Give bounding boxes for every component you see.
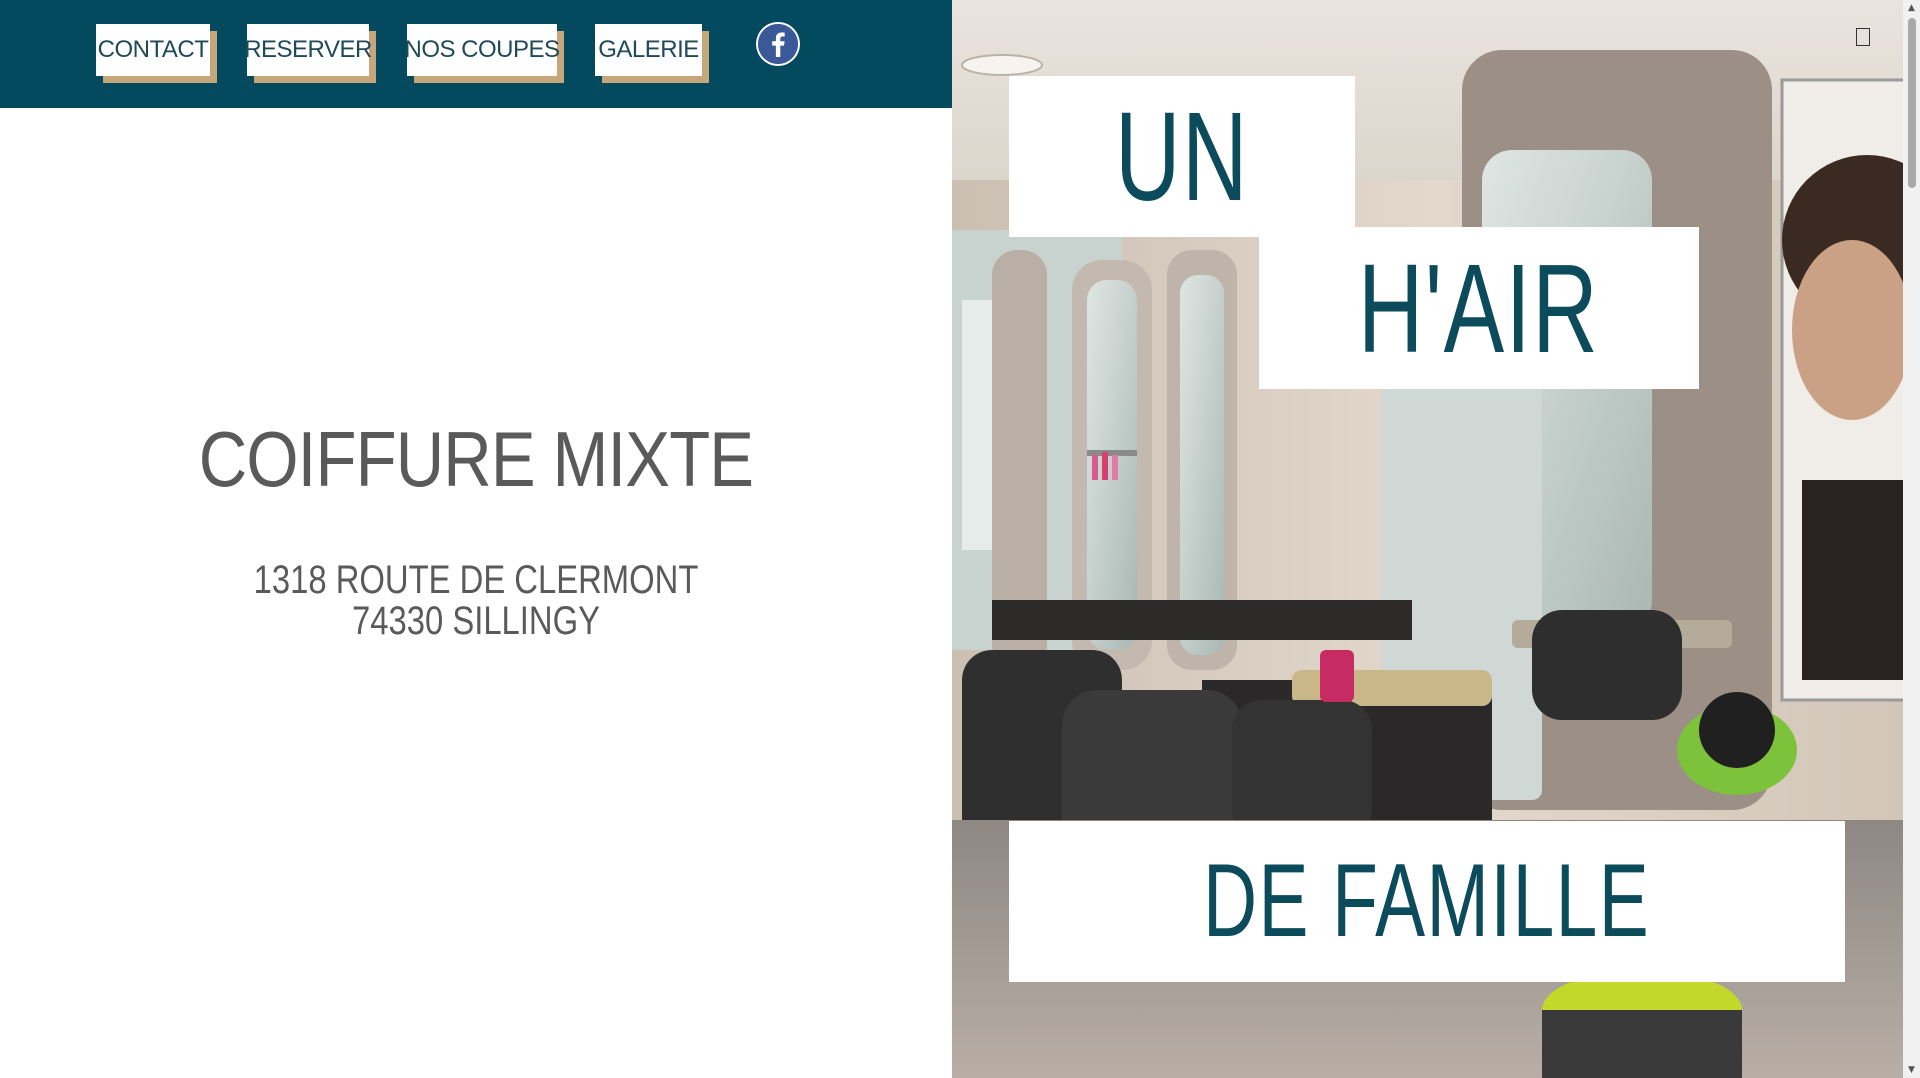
title-word-hair: H'AIR	[1259, 227, 1699, 389]
salon-photo-panel: UN H'AIR DE FAMILLE	[952, 0, 1920, 1078]
scroll-down-arrow-icon[interactable]: ▼	[1903, 1062, 1920, 1078]
facebook-icon[interactable]	[758, 24, 798, 64]
facebook-glyph	[758, 24, 798, 64]
vertical-scrollbar[interactable]: ▲ ▼	[1903, 0, 1920, 1078]
top-navigation-bar: CONTACT RESERVER NOS COUPES GALERIE	[0, 0, 952, 108]
title-famille-text: DE FAMILLE	[1203, 843, 1651, 959]
page-headline: COIFFURE MIXTE	[198, 415, 754, 503]
nav-nos-coupes-button[interactable]: NOS COUPES	[404, 24, 560, 76]
scroll-thumb[interactable]	[1908, 18, 1916, 188]
title-word-de-famille: DE FAMILLE	[1009, 821, 1845, 982]
nav-contact-button[interactable]: CONTACT	[96, 24, 210, 76]
address-street: 1318 ROUTE DE CLERMONT	[253, 558, 699, 602]
address-city: 74330 SILLINGY	[352, 599, 600, 643]
title-word-un: UN	[1009, 76, 1355, 237]
title-hair-text: H'AIR	[1358, 237, 1600, 379]
scroll-up-arrow-icon[interactable]: ▲	[1903, 0, 1920, 16]
nav-reserver-button[interactable]: RESERVER	[244, 24, 372, 76]
left-panel: CONTACT RESERVER NOS COUPES GALERIE COIF…	[0, 0, 952, 1078]
nav-galerie-button[interactable]: GALERIE	[595, 24, 702, 76]
title-un-text: UN	[1115, 86, 1249, 227]
salon-address: 1318 ROUTE DE CLERMONT 74330 SILLINGY	[86, 560, 867, 642]
menu-icon[interactable]	[1856, 28, 1870, 46]
